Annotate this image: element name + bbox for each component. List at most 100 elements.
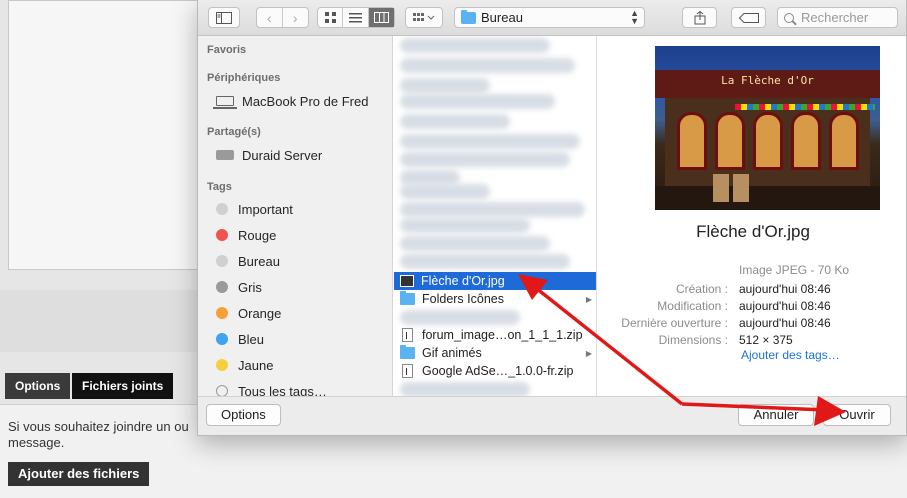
file-name: forum_image…on_1_1_1.zip [422, 328, 583, 342]
tag-dot-icon [216, 359, 228, 371]
blurred-file-row [400, 134, 580, 149]
arrange-grid-icon [413, 12, 435, 21]
folder-icon [400, 291, 415, 305]
sidebar-toggle-button[interactable] [208, 7, 240, 28]
options-button[interactable]: Options [206, 404, 281, 426]
blurred-file-row [400, 58, 575, 73]
tag-dot-icon [216, 281, 228, 293]
add-files-button[interactable]: Ajouter des fichiers [8, 462, 150, 486]
location-popup[interactable]: Bureau ▲ ▼ [454, 7, 645, 28]
sidebar-item-label: Bureau [238, 253, 280, 269]
blurred-file-row [400, 152, 570, 167]
back-button[interactable]: ‹ [257, 8, 283, 27]
meta-key: Dernière ouverture : [621, 316, 728, 330]
meta-row-last-opened: Dernière ouverture : aujourd'hui 08:46 [598, 316, 906, 333]
blurred-file-row [400, 184, 490, 199]
laptop-icon [213, 96, 237, 109]
sidebar-item-label: Duraid Server [242, 147, 323, 163]
tab-attachments[interactable]: Fichiers joints [72, 373, 174, 399]
share-button[interactable] [682, 7, 717, 28]
columns-icon [373, 12, 389, 23]
dialog-toolbar: ‹ › Bureau ▲ ▼ Rechercher [198, 0, 906, 36]
sidebar-item-label: MacBook Pro de Fred [242, 93, 369, 109]
file-row[interactable]: Gif animés ▶ [394, 344, 596, 362]
file-name: Gif animés [422, 346, 482, 360]
blurred-file-row [400, 78, 490, 93]
sidebar-item-macbook[interactable]: MacBook Pro de Fred [213, 91, 369, 111]
file-row[interactable]: Folders Icônes ▶ [394, 290, 596, 308]
sidebar-tag-orange[interactable]: Orange [216, 303, 281, 323]
sidebar-item-server[interactable]: Duraid Server [216, 145, 322, 165]
search-placeholder: Rechercher [801, 10, 869, 25]
meta-value: aujourd'hui 08:46 [739, 282, 831, 296]
blurred-file-row [400, 254, 570, 269]
sidebar-item-label: Rouge [238, 227, 277, 243]
sidebar-tag-gris[interactable]: Gris [216, 277, 262, 297]
blurred-file-row [400, 218, 530, 233]
tag-dot-icon [216, 203, 228, 215]
file-name: Flèche d'Or.jpg [421, 274, 505, 288]
blurred-file-row [400, 202, 585, 217]
meta-value: aujourd'hui 08:46 [739, 299, 831, 313]
disclosure-arrow-icon: ▶ [585, 348, 592, 358]
blurred-file-row [400, 38, 550, 53]
open-file-dialog: ‹ › Bureau ▲ ▼ Rechercher Favoris Périph… [197, 0, 907, 436]
blurred-file-row [400, 236, 550, 251]
sidebar-item-label: Orange [238, 305, 282, 321]
favorites-header: Favoris [207, 44, 247, 56]
add-tags-link[interactable]: Ajouter des tags… [741, 348, 840, 362]
sidebar-item-label: Bleu [238, 331, 265, 347]
sidebar-icon [216, 11, 232, 24]
file-row[interactable]: forum_image…on_1_1_1.zip [394, 326, 596, 344]
server-icon [216, 150, 234, 160]
file-row[interactable]: Google AdSe…_1.0.0-fr.zip [394, 362, 596, 380]
icon-view-button[interactable] [318, 8, 344, 27]
blurred-file-row [400, 94, 555, 109]
arrange-button[interactable] [405, 7, 443, 28]
tag-dot-icon [216, 229, 228, 241]
back-forward-buttons: ‹ › [256, 7, 309, 28]
zip-file-icon [402, 328, 413, 342]
list-view-button[interactable] [343, 8, 369, 27]
column-view-button[interactable] [368, 8, 394, 27]
preview-file-kind: Image JPEG - 70 Ko [739, 263, 850, 277]
open-button[interactable]: Ouvrir [823, 404, 891, 426]
meta-key: Création : [675, 282, 728, 296]
image-file-icon [400, 275, 414, 287]
meta-value: aujourd'hui 08:46 [739, 316, 831, 330]
shared-header: Partagé(s) [207, 126, 261, 138]
tag-dot-icon [216, 307, 228, 319]
sidebar-tag-bleu[interactable]: Bleu [216, 329, 264, 349]
photo-sign-text: La Flèche d'Or [721, 74, 814, 87]
dialog-bottom-bar: Options Annuler Ouvrir [198, 396, 906, 435]
tab-options[interactable]: Options [5, 373, 71, 399]
file-row-selected[interactable]: Flèche d'Or.jpg [394, 272, 596, 290]
preview-file-title: Flèche d'Or.jpg [696, 222, 810, 241]
search-field[interactable]: Rechercher [777, 7, 898, 28]
meta-key: Dimensions : [658, 333, 728, 347]
tag-dot-icon [216, 255, 228, 267]
attachments-info-text: Si vous souhaitez joindre un ou message. [8, 419, 189, 450]
sidebar-tag-bureau[interactable]: Bureau [216, 251, 280, 271]
preview-image: La Flèche d'Or [655, 46, 880, 210]
forward-button[interactable]: › [283, 8, 308, 27]
sidebar-tag-important[interactable]: Important [216, 199, 293, 219]
preview-pane: La Flèche d'Or Flèche d'Or.jpg Image JPE… [598, 36, 906, 396]
meta-row-created: Création : aujourd'hui 08:46 [598, 282, 906, 299]
sidebar-tag-rouge[interactable]: Rouge [216, 225, 276, 245]
tag-icon [738, 12, 759, 23]
chevron-left-icon: ‹ [266, 9, 272, 26]
file-name: Google AdSe…_1.0.0-fr.zip [422, 364, 574, 378]
finder-sidebar: Favoris Périphériques MacBook Pro de Fre… [198, 36, 393, 399]
blurred-file-row [400, 310, 520, 325]
search-icon [784, 12, 794, 23]
view-mode-control [317, 7, 395, 28]
sidebar-item-label: Important [238, 201, 293, 217]
location-label: Bureau [481, 10, 523, 25]
grid-icon [324, 12, 336, 23]
folder-icon [400, 345, 415, 359]
cancel-button[interactable]: Annuler [738, 404, 814, 426]
sidebar-tag-jaune[interactable]: Jaune [216, 355, 273, 375]
disclosure-arrow-icon: ▶ [585, 294, 592, 304]
tag-button[interactable] [731, 7, 766, 28]
